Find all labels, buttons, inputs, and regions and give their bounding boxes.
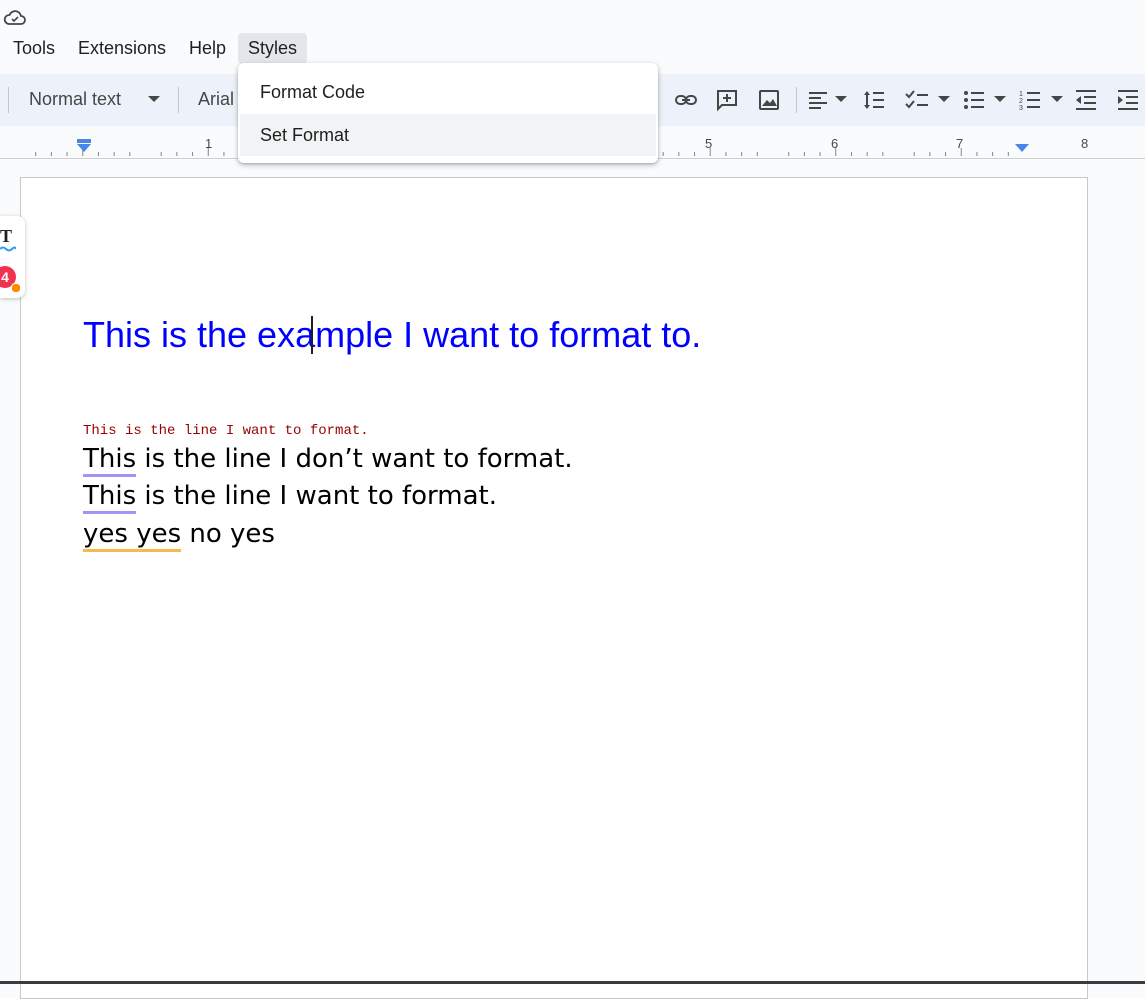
styles-dropdown-menu: Format Code Set Format — [238, 63, 658, 163]
body-line-text: is the line I want to format. — [136, 481, 498, 511]
checklist-icon[interactable] — [903, 86, 931, 114]
body-line-text: no yes — [181, 519, 275, 549]
paragraph-style-select[interactable]: Normal text — [29, 89, 121, 110]
link-icon[interactable] — [672, 86, 700, 114]
menu-item-set-format[interactable]: Set Format — [240, 114, 656, 156]
toolbar-divider — [178, 87, 179, 113]
add-comment-icon[interactable] — [713, 86, 741, 114]
status-dot — [11, 283, 21, 293]
left-indent-marker-icon[interactable] — [77, 139, 91, 152]
body-line[interactable]: This is the line I want to format. — [83, 481, 498, 514]
body-line-text: is the line I don’t want to format. — [136, 444, 573, 474]
insert-image-icon[interactable] — [755, 86, 783, 114]
menu-item-format-code[interactable]: Format Code — [240, 71, 656, 113]
text-cursor — [311, 316, 313, 354]
chevron-down-icon[interactable] — [938, 96, 950, 102]
code-formatted-line[interactable]: This is the line I want to format. — [83, 423, 369, 439]
ruler-number: 6 — [831, 136, 838, 151]
bulleted-list-icon[interactable] — [960, 86, 988, 114]
document-page[interactable] — [20, 177, 1088, 999]
numbered-list-icon[interactable]: 1 2 3 — [1016, 86, 1044, 114]
svg-text:1: 1 — [1019, 91, 1023, 98]
body-line[interactable]: yes yes no yes — [83, 519, 275, 552]
ruler-number: 5 — [705, 136, 712, 151]
align-left-icon[interactable] — [804, 86, 832, 114]
grammar-extension-widget[interactable]: T 4 — [0, 216, 25, 298]
ruler-number: 8 — [1081, 136, 1088, 151]
heading-text[interactable]: This is the example I want to format to. — [83, 314, 701, 356]
wave-icon — [0, 246, 16, 252]
chevron-down-icon[interactable] — [835, 96, 847, 102]
menu-styles[interactable]: Styles — [238, 33, 308, 64]
menu-bar: Tools Extensions Help Styles — [0, 33, 1145, 65]
menu-extensions[interactable]: Extensions — [68, 33, 176, 64]
grammar-suggestion[interactable]: This — [83, 481, 137, 514]
ruler-number: 1 — [205, 136, 212, 151]
toolbar-divider — [796, 87, 797, 113]
chevron-down-icon[interactable] — [1051, 96, 1063, 102]
right-indent-marker-icon[interactable] — [1015, 144, 1029, 152]
grammar-suggestion[interactable]: This — [83, 444, 137, 477]
svg-text:3: 3 — [1019, 105, 1023, 112]
increase-indent-icon[interactable] — [1114, 86, 1142, 114]
spelling-suggestion[interactable]: yes yes — [83, 519, 182, 552]
menu-tools[interactable]: Tools — [3, 33, 65, 64]
font-family-select[interactable]: Arial — [198, 89, 234, 110]
svg-text:2: 2 — [1019, 98, 1023, 105]
ruler-number: 7 — [956, 136, 963, 151]
toolbar-divider — [8, 87, 9, 113]
chevron-down-icon[interactable] — [994, 96, 1006, 102]
body-line[interactable]: This is the line I don’t want to format. — [83, 444, 573, 477]
extension-logo-letter: T — [0, 226, 13, 246]
cloud-icon[interactable] — [2, 8, 28, 28]
decrease-indent-icon[interactable] — [1072, 86, 1100, 114]
menu-help[interactable]: Help — [179, 33, 236, 64]
chevron-down-icon[interactable] — [148, 96, 160, 102]
line-spacing-icon[interactable] — [860, 86, 888, 114]
